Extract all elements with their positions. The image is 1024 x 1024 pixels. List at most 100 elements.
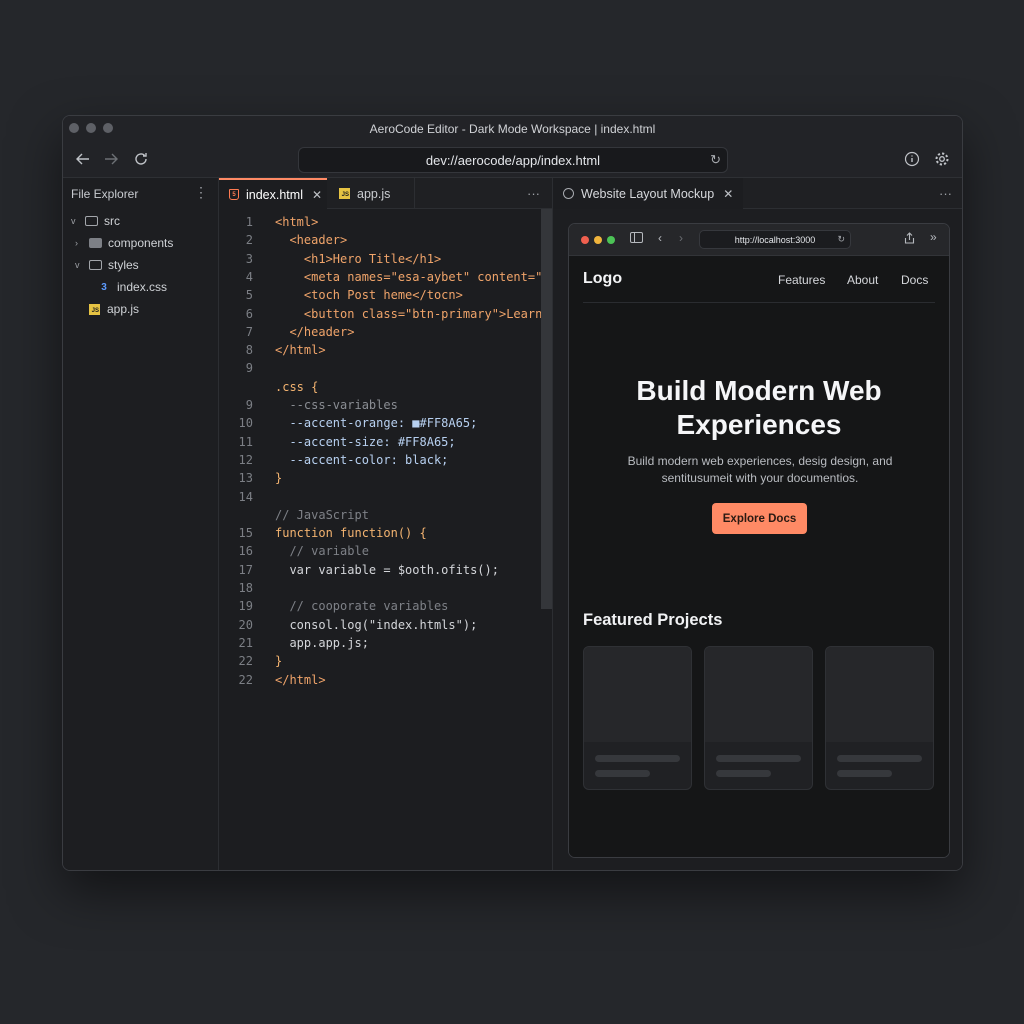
code-line[interactable]: 5 <toch Post heme</tocn> [219, 288, 541, 306]
tree-item-src[interactable]: v src [71, 211, 120, 231]
close-dot[interactable] [581, 236, 589, 244]
code-text: <header> [275, 233, 348, 248]
line-number: 19 [238, 599, 253, 614]
code-line[interactable]: 10 --accent-orange: ■#FF8A65; [219, 416, 541, 434]
editor-window: AeroCode Editor - Dark Mode Workspace | … [62, 115, 963, 871]
code-line[interactable]: 14 [219, 490, 541, 508]
editor-scrollbar[interactable] [541, 209, 552, 609]
code-line[interactable]: 8 </html> [219, 343, 541, 361]
code-line[interactable]: 9 [219, 361, 541, 379]
line-number: 22 [238, 672, 253, 687]
card-thumbnail [705, 647, 812, 742]
chevron-down-icon[interactable]: v [71, 216, 81, 226]
address-reload-icon[interactable]: ↻ [710, 152, 721, 168]
card-text-placeholder [837, 755, 922, 762]
project-card[interactable] [825, 646, 934, 790]
featured-projects-heading: Featured Projects [583, 611, 723, 629]
back-icon[interactable]: ‹ [658, 231, 662, 245]
reload-icon[interactable]: ↻ [837, 234, 845, 245]
card-thumbnail [584, 647, 691, 742]
tab-website-layout-mockup[interactable]: Website Layout Mockup ✕ [553, 178, 744, 209]
code-text: var variable = $ooth.ofits(); [275, 562, 499, 577]
chevron-down-icon[interactable]: v [75, 260, 85, 270]
card-text-placeholder [716, 755, 801, 762]
tree-item-label: index.css [117, 280, 168, 294]
code-text: <toch Post heme</tocn> [275, 288, 463, 303]
tree-item-styles[interactable]: v styles [75, 255, 139, 275]
code-line[interactable]: 17 var variable = $ooth.ofits(); [219, 563, 541, 581]
tree-item-app-js[interactable]: JS app.js [89, 299, 139, 319]
gear-icon[interactable] [932, 149, 952, 169]
file-explorer-title: File Explorer [71, 187, 139, 201]
code-line[interactable]: 4 <meta names="esa-aybet" content="t [219, 270, 541, 288]
tab-index-html[interactable]: 5 index.html ✕ [219, 178, 327, 209]
tab-label: Website Layout Mockup [581, 186, 715, 201]
code-line[interactable]: 12 --accent-color: black; [219, 453, 541, 471]
code-line[interactable]: 7 </header> [219, 325, 541, 343]
code-line[interactable]: 15 function function() { [219, 526, 541, 544]
code-line[interactable]: 18 [219, 581, 541, 599]
tree-item-components[interactable]: › components [75, 233, 173, 253]
code-line[interactable]: 22} [219, 654, 541, 672]
browser-address-bar[interactable]: http://localhost:3000 ↻ [699, 230, 851, 249]
more-options-icon[interactable]: ··· [527, 186, 540, 201]
site-logo[interactable]: Logo [583, 270, 622, 288]
code-area[interactable]: 1 <html> 2 <header> 3 <h1>Hero Title</h1> 4 … [219, 209, 541, 870]
code-line[interactable]: // JavaScript [219, 508, 541, 526]
code-line[interactable]: 19 // cooporate variables [219, 599, 541, 617]
project-card[interactable] [583, 646, 692, 790]
explore-docs-button[interactable]: Explore Docs [712, 503, 807, 534]
line-number: 6 [245, 306, 253, 321]
code-line[interactable]: 22 </html> [219, 673, 541, 691]
code-text: <meta names="esa-aybet" content="t [275, 269, 541, 284]
code-line[interactable]: 1 <html> [219, 215, 541, 233]
tree-item-index-css[interactable]: 3 index.css [97, 277, 167, 297]
maximize-window-button[interactable] [103, 123, 113, 133]
refresh-icon[interactable] [131, 149, 151, 169]
project-card[interactable] [704, 646, 813, 790]
browser-toolbar: ‹ › http://localhost:3000 ↻ » [569, 224, 949, 256]
forward-icon[interactable]: › [679, 231, 683, 245]
tree-item-label: components [108, 236, 174, 250]
forward-icon[interactable] [101, 149, 121, 169]
code-line[interactable]: 20 consol.log("index.htmls"); [219, 618, 541, 636]
line-number: 18 [238, 581, 253, 595]
tab-label: index.html [246, 187, 303, 202]
code-line[interactable]: .css { [219, 380, 541, 398]
address-bar[interactable]: dev://aerocode/app/index.html ↻ [298, 147, 728, 173]
minimize-window-button[interactable] [86, 123, 96, 133]
code-line[interactable]: 16 // variable [219, 544, 541, 562]
nav-link-docs[interactable]: Docs [901, 273, 928, 287]
code-line[interactable]: 13} [219, 471, 541, 489]
site-navbar: Logo Features About Docs [583, 256, 935, 303]
share-icon[interactable] [904, 232, 915, 247]
preview-panel: Website Layout Mockup ✕ ··· ‹ › http://l… [553, 178, 962, 870]
line-number: 20 [238, 617, 253, 632]
maximize-dot[interactable] [607, 236, 615, 244]
sidebar-icon[interactable] [630, 232, 643, 246]
close-icon[interactable]: ✕ [312, 188, 322, 202]
chevron-right-icon[interactable]: › [75, 238, 85, 248]
code-line[interactable]: 6 <button class="btn-primary">Learn [219, 307, 541, 325]
chevron-double-right-icon[interactable]: » [930, 230, 937, 244]
line-number: 15 [238, 526, 253, 541]
minimize-dot[interactable] [594, 236, 602, 244]
code-line[interactable]: 21 app.app.js; [219, 636, 541, 654]
info-icon[interactable] [902, 149, 922, 169]
more-options-icon[interactable]: ⋮ [194, 184, 208, 201]
close-window-button[interactable] [69, 123, 79, 133]
code-line[interactable]: 11 --accent-size: #FF8A65; [219, 435, 541, 453]
code-text: <html> [275, 215, 319, 229]
code-line[interactable]: 9 --css-variables [219, 398, 541, 416]
hero-title-line: Experiences [676, 409, 842, 440]
close-icon[interactable]: ✕ [723, 187, 733, 201]
tree-item-label: styles [108, 258, 139, 272]
code-line[interactable]: 3 <h1>Hero Title</h1> [219, 252, 541, 270]
nav-link-about[interactable]: About [847, 273, 878, 287]
tab-app-js[interactable]: JS app.js [327, 178, 415, 209]
back-icon[interactable] [73, 149, 93, 169]
nav-link-features[interactable]: Features [778, 273, 825, 287]
file-explorer: File Explorer ⋮ v src › components v sty… [63, 178, 219, 870]
code-line[interactable]: 2 <header> [219, 233, 541, 251]
more-options-icon[interactable]: ··· [939, 186, 952, 201]
